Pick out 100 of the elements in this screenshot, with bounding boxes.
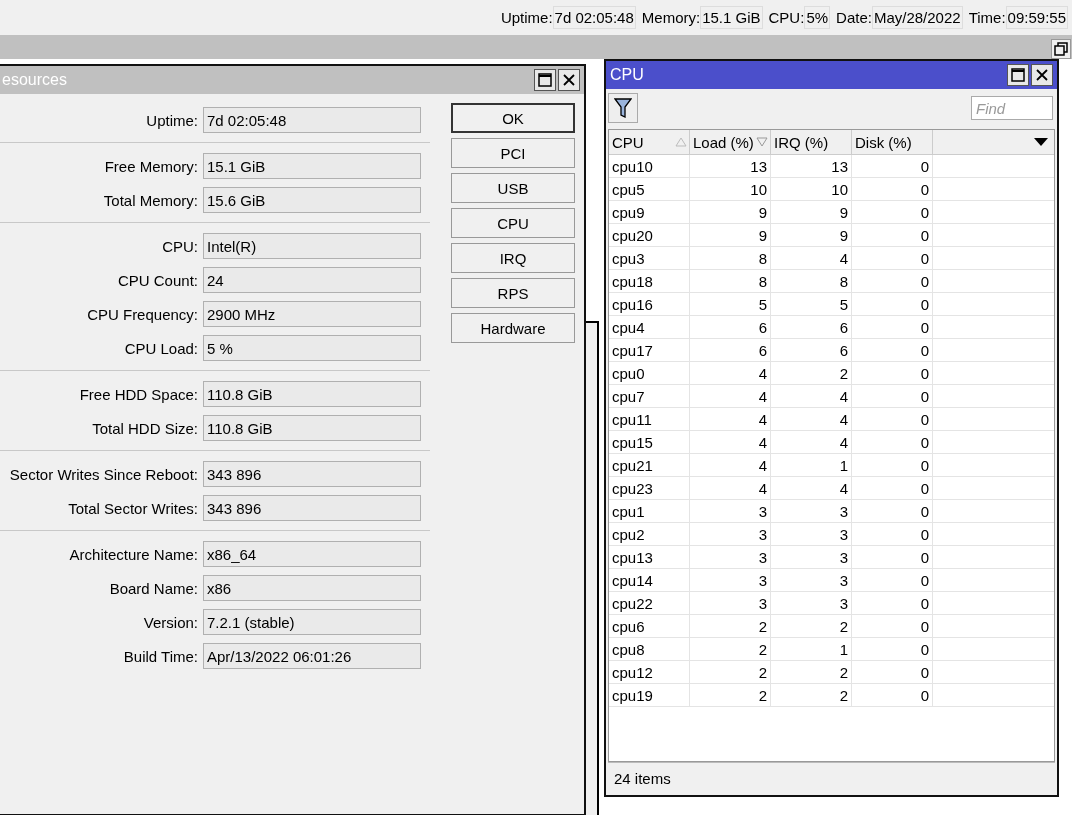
field-label: Total HDD Size: — [91, 419, 199, 437]
status-label: Uptime: — [500, 9, 553, 26]
readonly-field: 24 — [203, 267, 421, 293]
table-cell: 0 — [852, 638, 933, 660]
readonly-field: 110.8 GiB — [203, 415, 421, 441]
status-value: 15.1 GiB — [700, 6, 763, 29]
table-cell: 9 — [690, 224, 771, 246]
maximize-icon[interactable] — [1007, 64, 1029, 86]
table-cell: cpu6 — [609, 615, 690, 637]
dialog-button[interactable]: USB — [451, 173, 575, 203]
table-cell: 0 — [852, 224, 933, 246]
table-cell: 0 — [852, 339, 933, 361]
restore-window-icon[interactable] — [1051, 39, 1071, 59]
table-cell: 10 — [690, 178, 771, 200]
table-cell: cpu12 — [609, 661, 690, 683]
close-icon[interactable] — [558, 69, 580, 91]
table-cell: 4 — [771, 247, 852, 269]
column-header[interactable]: Load (%) — [690, 130, 771, 154]
maximize-icon[interactable] — [534, 69, 556, 91]
table-cell: 4 — [690, 454, 771, 476]
readonly-field: 7.2.1 (stable) — [203, 609, 421, 635]
table-cell: cpu11 — [609, 408, 690, 430]
table-cell: 0 — [852, 270, 933, 292]
status-label: Memory: — [641, 9, 701, 26]
field-label: Board Name: — [108, 579, 199, 597]
table-cell: 2 — [690, 615, 771, 637]
table-cell: cpu15 — [609, 431, 690, 453]
dropdown-arrow-icon[interactable] — [1034, 138, 1048, 146]
table-cell: 9 — [771, 201, 852, 223]
table-cell: 6 — [690, 316, 771, 338]
table-cell: 3 — [771, 592, 852, 614]
field-label: Total Sector Writes: — [67, 499, 199, 517]
field-label: Free Memory: — [103, 157, 199, 175]
table-cell: cpu8 — [609, 638, 690, 660]
table-cell: 0 — [852, 293, 933, 315]
table-cell: 0 — [852, 178, 933, 200]
field-label: CPU Frequency: — [86, 305, 199, 323]
readonly-field: 110.8 GiB — [203, 381, 421, 407]
table-cell: 6 — [771, 339, 852, 361]
column-header[interactable]: Disk (%) — [852, 130, 933, 154]
status-value: May/28/2022 — [871, 6, 963, 29]
table-cell: 0 — [852, 546, 933, 568]
window-title: CPU — [610, 66, 644, 84]
readonly-field: 5 % — [203, 335, 421, 361]
table-cell: cpu23 — [609, 477, 690, 499]
column-header[interactable]: IRQ (%) — [771, 130, 852, 154]
dialog-button[interactable]: PCI — [451, 138, 575, 168]
table-cell: 3 — [771, 569, 852, 591]
filter-button[interactable] — [608, 93, 638, 123]
table-cell: 0 — [852, 408, 933, 430]
dialog-button[interactable]: CPU — [451, 208, 575, 238]
table-cell: 0 — [852, 247, 933, 269]
table-cell: 0 — [852, 316, 933, 338]
field-label: Uptime: — [145, 111, 199, 129]
table-cell: 10 — [771, 178, 852, 200]
readonly-field: x86 — [203, 575, 421, 601]
readonly-field: 15.6 GiB — [203, 187, 421, 213]
table-cell: 0 — [852, 592, 933, 614]
table-cell: 0 — [852, 155, 933, 177]
readonly-field: 343 896 — [203, 495, 421, 521]
table-cell: 2 — [771, 684, 852, 706]
table-cell: 13 — [690, 155, 771, 177]
table-cell: 0 — [852, 500, 933, 522]
table-cell: cpu1 — [609, 500, 690, 522]
table-cell: cpu2 — [609, 523, 690, 545]
dialog-button[interactable]: OK — [451, 103, 575, 133]
dialog-button[interactable]: RPS — [451, 278, 575, 308]
field-label: CPU Count: — [116, 271, 199, 289]
field-label: Sector Writes Since Reboot: — [8, 465, 199, 483]
table-cell: cpu3 — [609, 247, 690, 269]
find-field[interactable]: Find — [971, 96, 1053, 120]
table-cell: 0 — [852, 569, 933, 591]
readonly-field: Apr/13/2022 06:01:26 — [203, 643, 421, 669]
table-cell: 3 — [771, 546, 852, 568]
close-icon[interactable] — [1031, 64, 1053, 86]
field-label: Version: — [142, 613, 199, 631]
readonly-field: 7d 02:05:48 — [203, 107, 421, 133]
table-cell: 4 — [690, 362, 771, 384]
table-cell: 3 — [690, 523, 771, 545]
dialog-button[interactable]: Hardware — [451, 313, 575, 343]
status-value: 09:59:55 — [1005, 6, 1068, 29]
table-cell: 3 — [690, 500, 771, 522]
table-cell: cpu22 — [609, 592, 690, 614]
table-cell: 4 — [690, 431, 771, 453]
table-cell: cpu19 — [609, 684, 690, 706]
table-cell: 0 — [852, 661, 933, 683]
dialog-button[interactable]: IRQ — [451, 243, 575, 273]
field-label: Total Memory: — [102, 191, 199, 209]
table-cell: 0 — [852, 615, 933, 637]
table-cell: 8 — [690, 270, 771, 292]
table-cell: 3 — [771, 523, 852, 545]
table-cell: 6 — [771, 316, 852, 338]
column-header[interactable]: CPU — [609, 130, 690, 154]
table-cell: 0 — [852, 523, 933, 545]
status-value: 7d 02:05:48 — [552, 6, 636, 29]
item-count: 24 items — [608, 762, 1055, 793]
table-cell: 2 — [690, 638, 771, 660]
table-cell: 2 — [771, 362, 852, 384]
table-cell: 3 — [690, 592, 771, 614]
table-cell: 6 — [690, 339, 771, 361]
